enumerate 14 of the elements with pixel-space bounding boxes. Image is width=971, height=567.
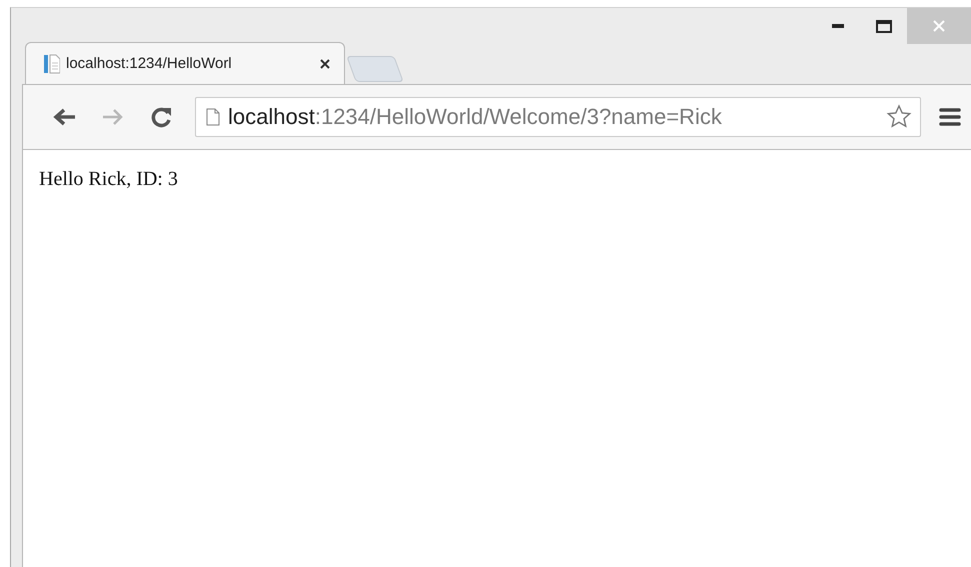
url-host: localhost [228, 104, 315, 129]
maximize-icon[interactable] [876, 20, 892, 32]
menu-icon[interactable] [939, 107, 961, 127]
back-arrow-icon[interactable] [53, 108, 77, 126]
browser-tab[interactable]: localhost:1234/HelloWorl [25, 42, 345, 84]
reload-icon[interactable] [150, 106, 172, 128]
tab-title: localhost:1234/HelloWorl [66, 55, 233, 72]
close-icon[interactable] [320, 58, 330, 68]
star-icon[interactable] [886, 104, 912, 130]
url-path: :1234/HelloWorld/Welcome/3?name=Rick [314, 104, 722, 129]
address-bar[interactable]: localhost:1234/HelloWorld/Welcome/3?name=Rick [195, 97, 921, 137]
page-icon [206, 108, 220, 126]
page-icon [44, 54, 60, 74]
page-text: Hello Rick, ID: 3 [39, 168, 178, 190]
